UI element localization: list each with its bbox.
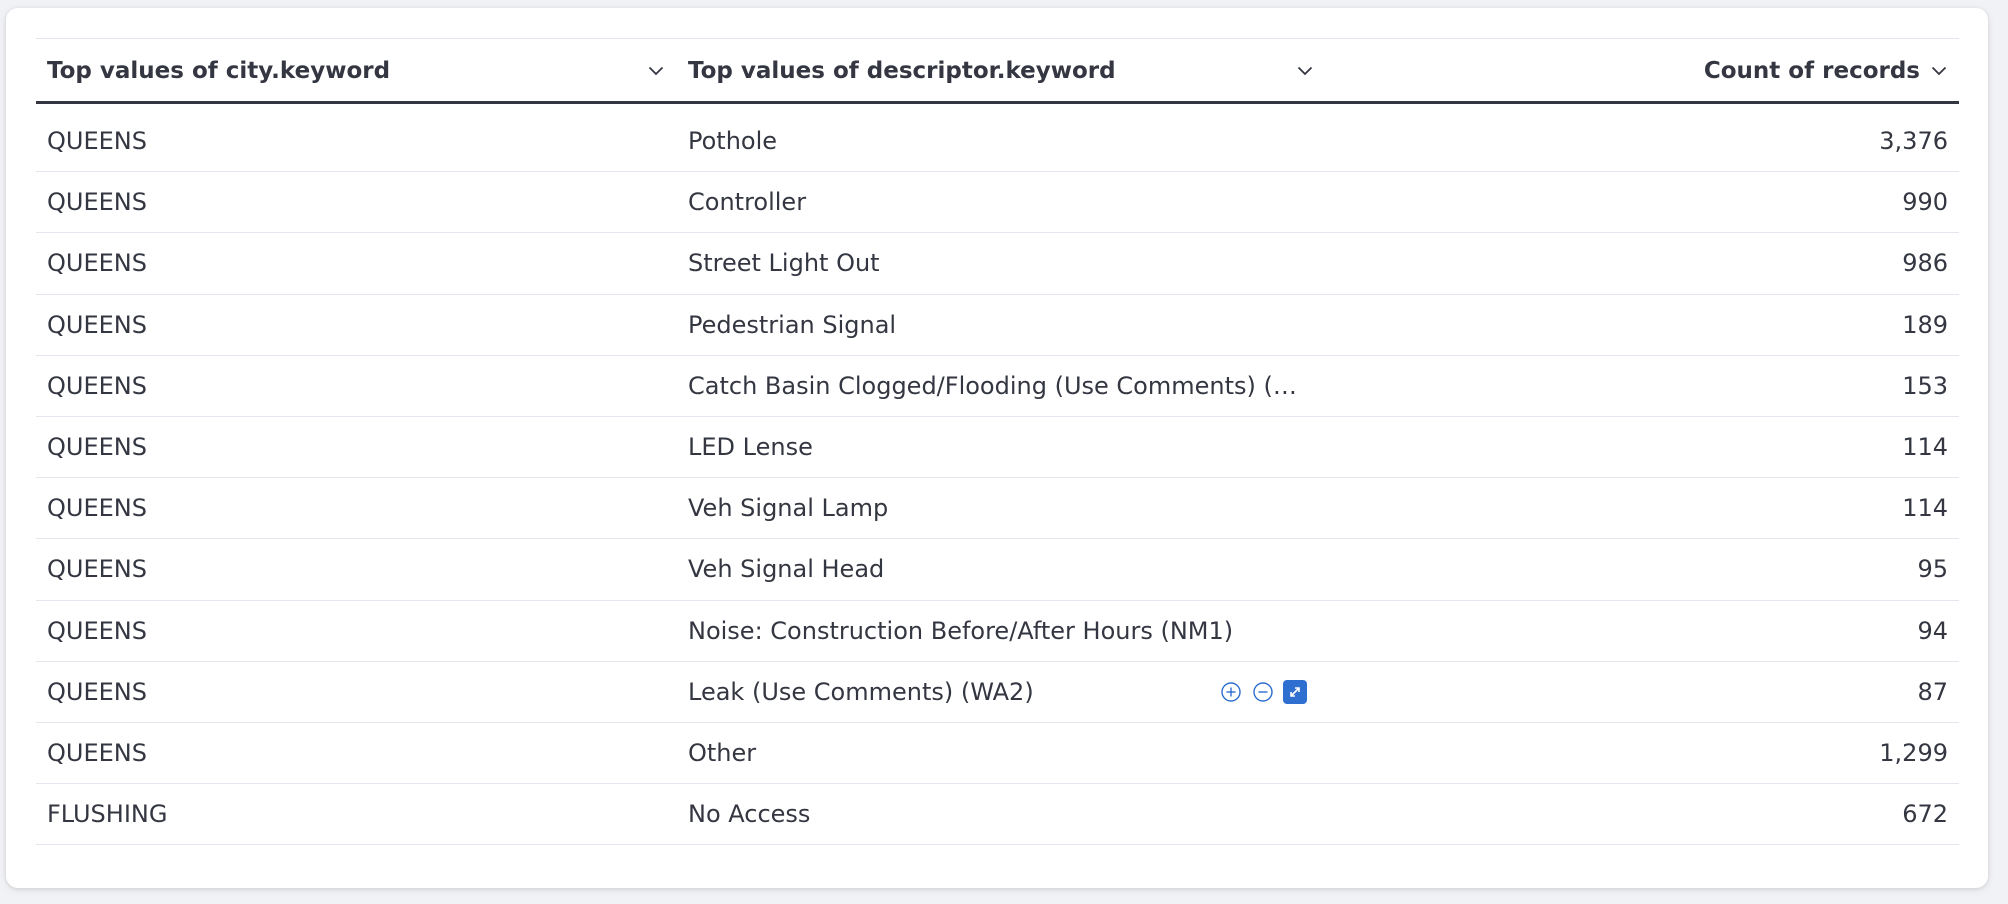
table-row: QUEENS Controller 990 <box>36 172 1959 234</box>
table-header: Top values of city.keyword Top values of… <box>36 38 1959 104</box>
cell-city[interactable]: FLUSHING <box>47 784 647 844</box>
table-row: QUEENS Street Light Out 986 <box>36 233 1959 295</box>
cell-count[interactable]: 114 <box>1648 478 1948 538</box>
cell-descriptor[interactable]: Street Light Out <box>688 233 1308 293</box>
cell-city[interactable]: QUEENS <box>47 601 647 661</box>
data-table: Top values of city.keyword Top values of… <box>36 38 1959 846</box>
cell-descriptor[interactable]: Pedestrian Signal <box>688 295 1308 355</box>
cell-count[interactable]: 114 <box>1648 417 1948 477</box>
cell-descriptor[interactable]: Catch Basin Clogged/Flooding (Use Commen… <box>688 356 1308 416</box>
cell-city[interactable]: QUEENS <box>47 356 647 416</box>
cell-descriptor[interactable]: Pothole <box>688 111 1308 171</box>
cell-descriptor[interactable]: Veh Signal Head <box>688 539 1308 599</box>
cell-count[interactable]: 94 <box>1648 601 1948 661</box>
cell-city[interactable]: QUEENS <box>47 417 647 477</box>
cell-count[interactable]: 3,376 <box>1648 111 1948 171</box>
table-body: QUEENS Pothole 3,376 QUEENS Controller 9… <box>36 111 1959 846</box>
table-row: QUEENS Pedestrian Signal 189 <box>36 295 1959 356</box>
column-header-count[interactable]: Count of records <box>1326 39 1951 102</box>
cell-descriptor[interactable]: LED Lense <box>688 417 1308 477</box>
table-row: QUEENS Other 1,299 <box>36 723 1959 785</box>
cell-city[interactable]: QUEENS <box>47 723 647 783</box>
cell-count[interactable]: 990 <box>1648 172 1948 232</box>
cell-city[interactable]: QUEENS <box>47 539 647 599</box>
cell-count[interactable]: 672 <box>1648 784 1948 844</box>
filter-out-icon[interactable] <box>1251 680 1275 704</box>
cell-city[interactable]: QUEENS <box>47 295 647 355</box>
column-header-label: Top values of city.keyword <box>47 57 391 84</box>
cell-count[interactable]: 87 <box>1648 662 1948 722</box>
data-table-panel: Top values of city.keyword Top values of… <box>6 8 1988 888</box>
table-row: QUEENS Veh Signal Lamp 114 <box>36 478 1959 540</box>
cell-city[interactable]: QUEENS <box>47 662 647 722</box>
cell-count[interactable]: 1,299 <box>1648 723 1948 783</box>
chevron-down-icon[interactable] <box>1928 60 1950 82</box>
chevron-down-icon[interactable] <box>1294 60 1316 82</box>
cell-city[interactable]: QUEENS <box>47 478 647 538</box>
cell-city[interactable]: QUEENS <box>47 233 647 293</box>
table-row: QUEENS Noise: Construction Before/After … <box>36 601 1959 662</box>
filter-in-icon[interactable] <box>1219 680 1243 704</box>
cell-city[interactable]: QUEENS <box>47 111 647 171</box>
cell-count[interactable]: 95 <box>1648 539 1948 599</box>
column-header-descriptor[interactable]: Top values of descriptor.keyword <box>688 39 1313 102</box>
cell-descriptor[interactable]: Leak (Use Comments) (WA2) <box>688 662 1308 722</box>
cell-city[interactable]: QUEENS <box>47 172 647 232</box>
table-row: QUEENS Pothole 3,376 <box>36 111 1959 173</box>
expand-icon[interactable] <box>1283 679 1307 704</box>
cell-descriptor[interactable]: Controller <box>688 172 1308 232</box>
cell-descriptor[interactable]: Noise: Construction Before/After Hours (… <box>688 601 1308 661</box>
column-header-label: Count of records <box>1703 57 1920 84</box>
table-row: QUEENS Catch Basin Clogged/Flooding (Use… <box>36 356 1959 417</box>
column-header-label: Top values of descriptor.keyword <box>688 57 1116 84</box>
table-row-hovered: QUEENS Leak (Use Comments) (WA2) 87 <box>36 662 1959 723</box>
cell-count[interactable]: 189 <box>1648 295 1948 355</box>
table-row: FLUSHING No Access 672 <box>36 784 1959 846</box>
cell-count[interactable]: 153 <box>1648 356 1948 416</box>
cell-descriptor[interactable]: Other <box>688 723 1308 783</box>
column-header-city[interactable]: Top values of city.keyword <box>47 39 667 102</box>
cell-descriptor[interactable]: No Access <box>688 784 1308 844</box>
chevron-down-icon[interactable] <box>645 60 667 82</box>
cell-count[interactable]: 986 <box>1648 233 1948 293</box>
table-row: QUEENS LED Lense 114 <box>36 417 1959 479</box>
table-row: QUEENS Veh Signal Head 95 <box>36 539 1959 601</box>
cell-descriptor[interactable]: Veh Signal Lamp <box>688 478 1308 538</box>
cell-actions <box>1219 662 1307 722</box>
